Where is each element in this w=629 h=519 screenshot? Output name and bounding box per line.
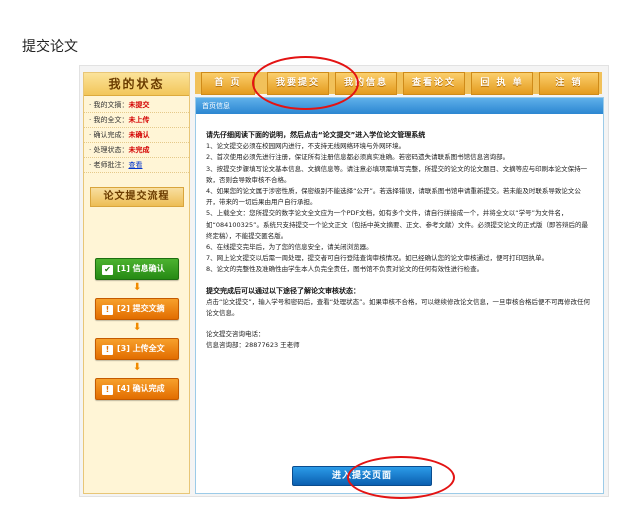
check-icon: ✔ bbox=[102, 265, 113, 275]
tab-view-paper[interactable]: 查看论文 bbox=[403, 72, 465, 95]
instruction-item: 3、按提交步骤填写论文基本信息、文摘信息等。请注意必填项需填写完整，所提交的论文… bbox=[206, 164, 588, 184]
alert-icon: ! bbox=[102, 345, 113, 355]
status-query-text: 点击“论文提交”，输入学号和密码后，查看“处理状态”。如果审核不合格，可以继续修… bbox=[206, 297, 590, 318]
status-query-heading: 提交完成后可以通过以下途径了解论文审核状态： bbox=[206, 286, 360, 295]
step-info-confirm[interactable]: ✔ [1] 信息确认 bbox=[95, 258, 179, 280]
tab-my-info[interactable]: 我的信息 bbox=[335, 72, 397, 95]
instruction-item: 1、论文提交必须在校园网内进行，不支持无线网络环境与外网环境。 bbox=[206, 142, 406, 151]
instruction-item: 5、上载全文：您所提交的数字论文全文应为一个PDF文档，如有多个文件，请自行拼接… bbox=[206, 209, 588, 240]
status-heading: 我的状态 bbox=[84, 73, 189, 96]
alert-icon: ! bbox=[102, 305, 113, 315]
step-upload-fulltext[interactable]: ! [3] 上传全文 bbox=[95, 338, 179, 360]
instructions: 请先仔细阅读下面的说明，然后点击“论文提交”进入学位论文管理系统 1、论文提交必… bbox=[196, 114, 603, 352]
enter-submit-button[interactable]: 进入提交页面 bbox=[292, 466, 432, 486]
contact-heading: 论文提交咨询电话： bbox=[206, 330, 265, 339]
intro-heading: 请先仔细阅读下面的说明，然后点击“论文提交”进入学位论文管理系统 bbox=[206, 131, 426, 139]
status-abstract: · 我的文摘：未提交 bbox=[84, 98, 189, 113]
status-teacher-note: · 老师批注：查看 bbox=[84, 158, 189, 173]
status-list: · 我的文摘：未提交 · 我的全文：未上传 · 确认完成：未确认 · 处理状态：… bbox=[84, 96, 189, 173]
view-note-link[interactable]: 查看 bbox=[128, 161, 142, 169]
instruction-item: 6、在线提交完毕后，为了您的信息安全，请关闭浏览器。 bbox=[206, 243, 373, 252]
instruction-item: 8、论文的完整性及准确性由学生本人负完全责任，图书馆不负责对论文的任何有效性进行… bbox=[206, 265, 484, 274]
down-arrow-icon: ⬇ bbox=[133, 362, 142, 373]
status-confirm: · 确认完成：未确认 bbox=[84, 128, 189, 143]
contact-info: 信息咨询部：28877623 王老师 bbox=[206, 341, 300, 350]
status-processing: · 处理状态：未完成 bbox=[84, 143, 189, 158]
main-panel: 首页信息 请先仔细阅读下面的说明，然后点击“论文提交”进入学位论文管理系统 1、… bbox=[195, 97, 604, 494]
tab-submit[interactable]: 我要提交 bbox=[267, 72, 329, 95]
page-title: 提交论文 bbox=[22, 39, 78, 55]
down-arrow-icon: ⬇ bbox=[133, 322, 142, 333]
top-nav: 首 页 我要提交 我的信息 查看论文 回 执 单 注 销 bbox=[195, 72, 602, 95]
tab-logout[interactable]: 注 销 bbox=[539, 72, 599, 95]
instruction-item: 4、如果您的论文属于涉密性质，保密级别不能选择“公开”。若选择错误，请联系图书馆… bbox=[206, 187, 581, 207]
alert-icon: ! bbox=[102, 385, 113, 395]
main-header: 首页信息 bbox=[196, 98, 603, 114]
tab-receipt[interactable]: 回 执 单 bbox=[471, 72, 533, 95]
flow-heading: 论文提交流程 bbox=[89, 187, 184, 207]
status-fulltext: · 我的全文：未上传 bbox=[84, 113, 189, 128]
sidebar: 我的状态 · 我的文摘：未提交 · 我的全文：未上传 · 确认完成：未确认 · … bbox=[83, 72, 190, 494]
down-arrow-icon: ⬇ bbox=[133, 282, 142, 293]
instruction-item: 2、首次使用必须先进行注册，保证所有注册信息都必须真实准确。若密码遗失请联系图书… bbox=[206, 153, 510, 162]
step-submit-abstract[interactable]: ! [2] 提交文摘 bbox=[95, 298, 179, 320]
step-confirm-complete[interactable]: ! [4] 确认完成 bbox=[95, 378, 179, 400]
instruction-item: 7、网上论文提交以后需一周处理，提交者可自行登陆查询审核情况。如已经确认您的论文… bbox=[206, 254, 549, 263]
tab-home[interactable]: 首 页 bbox=[201, 72, 255, 95]
